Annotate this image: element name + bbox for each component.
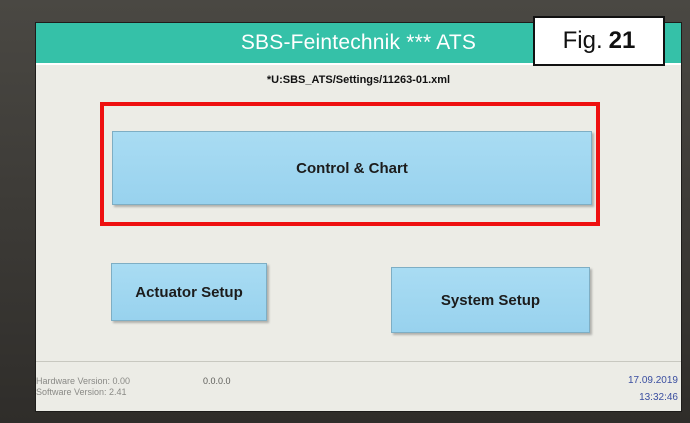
touch-screen: SBS-Feintechnik *** ATS *U:SBS_ATS/Setti… [35,22,682,412]
actuator-setup-button[interactable]: Actuator Setup [111,263,267,321]
footer-divider [36,361,681,362]
figure-label-number: 21 [608,27,636,54]
status-date: 17.09.2019 [627,375,678,386]
figure-label: Fig. 21 [533,16,665,66]
control-chart-label: Control & Chart [296,159,408,177]
actuator-setup-label: Actuator Setup [135,283,243,301]
hardware-version: Hardware Version: 0.00 [36,376,131,386]
figure-label-prefix: Fig. [562,27,603,54]
system-setup-button[interactable]: System Setup [391,267,590,333]
settings-file-path: *U:SBS_ATS/Settings/11263-01.xml [266,74,451,86]
control-chart-button[interactable]: Control & Chart [112,131,592,205]
software-version: Software Version: 2.41 [36,387,127,397]
status-time: 13:32:46 [639,392,678,403]
system-setup-label: System Setup [440,291,541,309]
version-code: 0.0.0.0 [203,376,231,386]
